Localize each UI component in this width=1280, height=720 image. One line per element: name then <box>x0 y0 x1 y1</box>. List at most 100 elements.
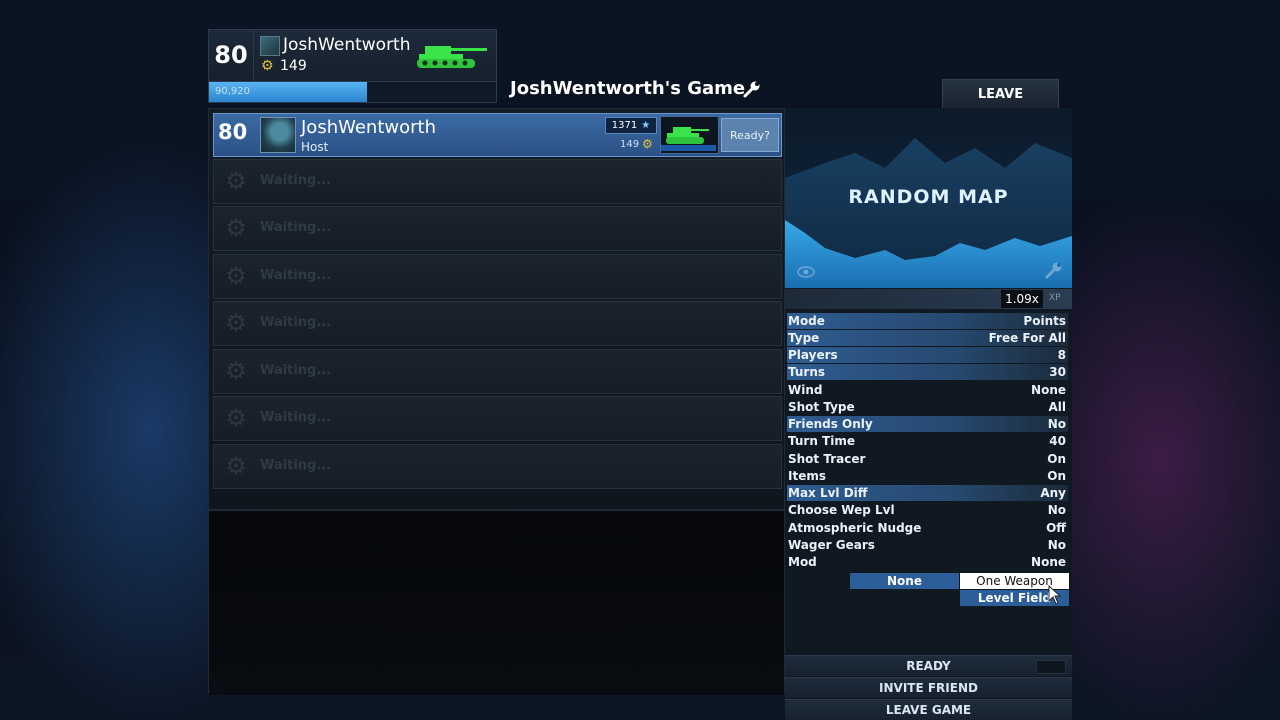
setting-value: All <box>1048 400 1066 414</box>
setting-key: Players <box>788 348 838 362</box>
slot-status: Waiting... <box>260 173 332 188</box>
setting-row-max-lvl-diff[interactable]: Max Lvl Diff Any <box>787 485 1068 501</box>
setting-key: Mod <box>788 555 817 569</box>
setting-value: Off <box>1046 521 1066 535</box>
setting-value: No <box>1047 503 1066 517</box>
setting-value: No <box>1047 538 1066 552</box>
slot-status: Waiting... <box>260 220 332 235</box>
mod-option-none[interactable]: None <box>850 573 959 589</box>
slot-status: Waiting... <box>260 458 332 473</box>
setting-value: 40 <box>1049 434 1066 448</box>
setting-key: Wager Gears <box>788 538 875 552</box>
setting-row-atmospheric-nudge[interactable]: Atmospheric Nudge Off <box>787 520 1068 536</box>
host-level: 80 <box>218 120 248 144</box>
gear-icon: ⚙ <box>225 452 247 480</box>
slot-status: Waiting... <box>260 363 332 378</box>
setting-key: Max Lvl Diff <box>788 486 868 500</box>
star-icon: ★ <box>641 120 651 131</box>
setting-row-type[interactable]: Type Free For All <box>787 330 1068 346</box>
empty-player-slot: ⚙ Waiting... <box>213 254 782 299</box>
map-title: RANDOM MAP <box>848 186 1009 208</box>
setting-key: Shot Tracer <box>788 452 866 466</box>
setting-value: Any <box>1040 486 1066 500</box>
ready-button[interactable]: READY <box>785 655 1072 676</box>
setting-value: No <box>1047 417 1066 431</box>
gear-icon: ⚙ <box>225 357 247 385</box>
setting-key: Turns <box>788 365 826 379</box>
setting-key: Items <box>788 469 826 483</box>
setting-key: Friends Only <box>788 417 873 431</box>
setting-row-mod[interactable]: Mod None <box>787 554 1068 570</box>
cursor-icon <box>1048 585 1062 605</box>
slot-status: Waiting... <box>260 315 332 330</box>
setting-row-players[interactable]: Players 8 <box>787 347 1068 363</box>
tank-preview <box>660 116 719 154</box>
xp-value: 90,920 <box>215 86 250 97</box>
setting-key: Shot Type <box>788 400 855 414</box>
empty-player-slot: ⚙ Waiting... <box>213 301 782 346</box>
setting-key: Turn Time <box>788 434 855 448</box>
leave-button[interactable]: LEAVE <box>942 79 1059 109</box>
gear-icon: ⚙ <box>642 137 653 151</box>
setting-key: Wind <box>788 383 823 397</box>
profile-gears: 149 <box>280 58 307 74</box>
tank-icon <box>417 46 487 68</box>
setting-row-items[interactable]: Items On <box>787 468 1068 484</box>
rank-badge: 1371 ★ <box>605 117 657 134</box>
wrench-icon[interactable] <box>743 80 761 98</box>
setting-key: Atmospheric Nudge <box>788 521 922 535</box>
invite-friend-button[interactable]: INVITE FRIEND <box>785 677 1072 698</box>
avatar <box>260 117 296 153</box>
ready-indicator <box>1036 660 1066 674</box>
profile-level: 80 <box>209 30 254 80</box>
setting-row-choose-wep-lvl[interactable]: Choose Wep Lvl No <box>787 502 1068 518</box>
chat-area <box>209 509 784 695</box>
setting-row-friends-only[interactable]: Friends Only No <box>787 416 1068 432</box>
game-settings-panel: RANDOM MAP 1.09x XP Mode Points Type Free … <box>785 108 1072 720</box>
gear-icon: ⚙ <box>225 262 247 290</box>
setting-key: Choose Wep Lvl <box>788 503 895 517</box>
eye-icon[interactable] <box>797 266 815 278</box>
empty-player-slot: ⚙ Waiting... <box>213 444 782 489</box>
setting-row-wind[interactable]: Wind None <box>787 382 1068 398</box>
gear-icon: ⚙ <box>225 167 247 195</box>
setting-row-turns[interactable]: Turns 30 <box>787 364 1068 380</box>
setting-row-shot-tracer[interactable]: Shot Tracer On <box>787 451 1068 467</box>
profile-card: 80 JoshWentworth ⚙ 149 90,920 <box>208 29 497 103</box>
setting-value: On <box>1047 469 1066 483</box>
gear-icon: ⚙ <box>225 309 247 337</box>
setting-key: Mode <box>788 314 825 328</box>
setting-value: 8 <box>1057 348 1066 362</box>
empty-player-slot: ⚙ Waiting... <box>213 349 782 394</box>
empty-player-slot: ⚙ Waiting... <box>213 396 782 441</box>
setting-value: Points <box>1023 314 1066 328</box>
tank-icon <box>661 127 716 151</box>
setting-value: 30 <box>1049 365 1066 379</box>
setting-row-shot-type[interactable]: Shot Type All <box>787 399 1068 415</box>
gear-icon: ⚙ <box>225 404 247 432</box>
host-name: JoshWentworth <box>301 117 436 138</box>
profile-avatar <box>260 36 280 56</box>
xp-progress-bar: 90,920 <box>209 81 496 102</box>
slot-status: Waiting... <box>260 268 332 283</box>
map-preview[interactable]: RANDOM MAP <box>785 108 1072 288</box>
xp-multiplier-row: 1.09x XP <box>785 289 1072 309</box>
setting-row-mode[interactable]: Mode Points <box>787 313 1068 329</box>
host-role: Host <box>301 140 329 154</box>
setting-row-turn-time[interactable]: Turn Time 40 <box>787 433 1068 449</box>
player-list: 80 JoshWentworth Host 1371 ★ 149 ⚙ Ready… <box>208 108 785 695</box>
empty-player-slot: ⚙ Waiting... <box>213 159 782 204</box>
wrench-icon[interactable] <box>1045 261 1063 279</box>
host-gears: 149 <box>620 139 640 150</box>
gear-icon: ⚙ <box>261 58 274 74</box>
ready-status-badge[interactable]: Ready? <box>721 118 779 152</box>
game-title: JoshWentworth's Game <box>510 78 746 99</box>
xp-label: XP <box>1049 293 1061 303</box>
gear-icon: ⚙ <box>225 214 247 242</box>
host-player-row[interactable]: 80 JoshWentworth Host 1371 ★ 149 ⚙ Ready… <box>213 113 782 157</box>
setting-row-wager-gears[interactable]: Wager Gears No <box>787 537 1068 553</box>
slot-status: Waiting... <box>260 410 332 425</box>
leave-game-button[interactable]: LEAVE GAME <box>785 699 1072 720</box>
setting-value: None <box>1031 383 1066 397</box>
empty-player-slot: ⚙ Waiting... <box>213 206 782 251</box>
